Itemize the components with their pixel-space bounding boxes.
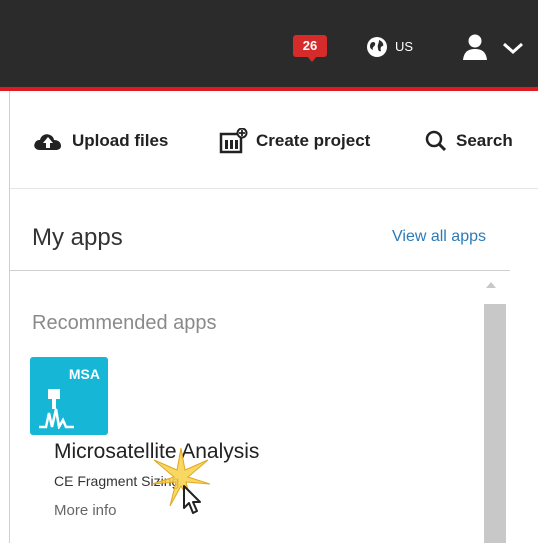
search-label: Search: [456, 131, 513, 150]
toolbar-divider: [10, 188, 538, 189]
app-abbreviation: MSA: [68, 366, 100, 382]
upload-files-button[interactable]: Upload files: [32, 127, 168, 155]
region-label[interactable]: US: [395, 39, 413, 54]
create-project-icon: [219, 128, 248, 154]
mouse-pointer-icon: [183, 485, 201, 514]
scrollbar-thumb[interactable]: [484, 304, 506, 543]
chevron-down-icon[interactable]: [498, 40, 528, 56]
search-icon: [425, 130, 447, 152]
notification-badge[interactable]: 26: [293, 35, 327, 57]
more-info-link[interactable]: More info: [54, 502, 117, 519]
my-apps-divider: [10, 270, 510, 271]
my-apps-title: My apps: [32, 224, 123, 251]
view-all-apps-link[interactable]: View all apps: [392, 228, 486, 246]
notification-badge-tail: [307, 56, 317, 62]
header-accent-line: [0, 87, 538, 91]
search-button[interactable]: Search: [424, 127, 513, 155]
user-icon[interactable]: [460, 33, 490, 61]
microsatellite-icon: [39, 389, 74, 429]
upload-files-label: Upload files: [72, 131, 169, 150]
scroll-up-arrow-icon[interactable]: [486, 282, 496, 288]
content-border: [9, 91, 10, 543]
msa-app-tile[interactable]: MSA: [30, 357, 108, 435]
globe-icon[interactable]: [366, 36, 388, 58]
recommended-apps-heading: Recommended apps: [32, 312, 217, 334]
cloud-upload-icon: [34, 134, 61, 150]
create-project-label: Create project: [256, 131, 371, 150]
create-project-button[interactable]: Create project: [218, 127, 370, 155]
top-header: [0, 0, 538, 87]
